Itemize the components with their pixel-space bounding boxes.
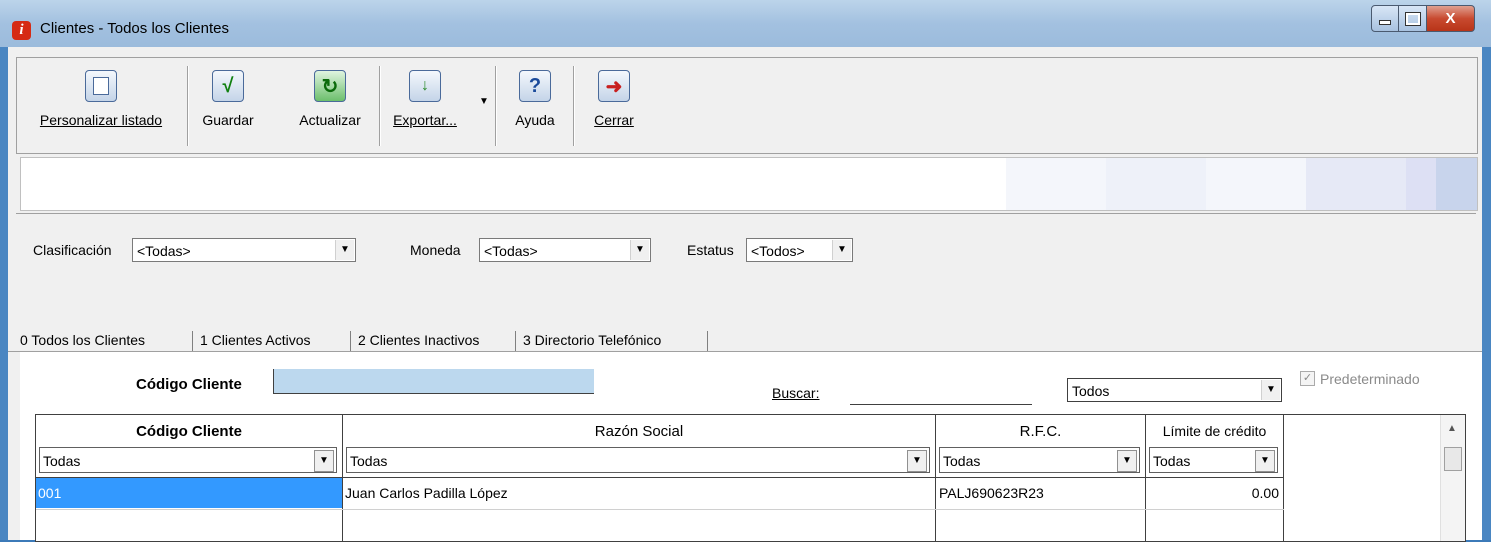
column-credit-limit: Límite de crédito Todas ▼ 0.00	[1146, 415, 1284, 541]
column-client-code: Código Cliente Todas ▼ 001	[36, 415, 343, 541]
close-window-button[interactable]: ➜ Cerrar	[579, 58, 649, 153]
chevron-down-icon: ▼	[630, 240, 649, 260]
table-cell-code[interactable]: 001	[36, 478, 342, 508]
toolbar-separator	[495, 66, 497, 146]
toolbar-separator	[573, 66, 575, 146]
maximize-icon	[1404, 11, 1421, 26]
close-icon: X	[1445, 10, 1456, 27]
search-input[interactable]	[850, 380, 1032, 405]
maximize-button[interactable]	[1399, 5, 1427, 32]
export-label: Exportar...	[393, 112, 457, 128]
export-dropdown-icon[interactable]: ▼	[479, 96, 489, 107]
row-divider	[36, 509, 1284, 510]
column-header[interactable]: Límite de crédito	[1146, 423, 1283, 439]
refresh-button[interactable]: ↻ Actualizar	[285, 58, 375, 153]
chevron-down-icon: ▼	[314, 450, 334, 472]
chevron-down-icon: ▼	[832, 240, 851, 260]
close-window-label: Cerrar	[594, 112, 634, 128]
chevron-down-icon: ▼	[907, 450, 927, 472]
checkmark-icon: √	[212, 70, 244, 102]
window-controls: X	[1371, 5, 1475, 32]
classification-label: Clasificación	[33, 242, 112, 258]
export-icon: ↓	[409, 70, 441, 102]
app-icon: i	[12, 21, 31, 40]
toolbar: Personalizar listado √ Guardar ↻ Actuali…	[16, 57, 1478, 154]
client-frame: Personalizar listado √ Guardar ↻ Actuali…	[8, 47, 1482, 542]
help-label: Ayuda	[515, 112, 555, 128]
toolbar-separator	[187, 66, 189, 146]
column-business-name: Razón Social Todas ▼ Juan Carlos Padilla…	[343, 415, 936, 541]
scroll-up-icon[interactable]: ▲	[1447, 423, 1457, 434]
chevron-down-icon: ▼	[335, 240, 354, 260]
chevron-down-icon: ▼	[1255, 450, 1275, 472]
status-label: Estatus	[687, 242, 734, 258]
chevron-down-icon: ▼	[1261, 380, 1280, 400]
column-header[interactable]: Código Cliente	[36, 423, 342, 440]
title-bar[interactable]: i Clientes - Todos los Clientes X	[0, 0, 1491, 47]
search-label: Buscar:	[772, 385, 820, 401]
save-label: Guardar	[202, 112, 254, 128]
help-icon: ?	[519, 70, 551, 102]
refresh-icon: ↻	[314, 70, 346, 102]
header-divider	[36, 477, 1284, 478]
banner	[20, 157, 1478, 211]
filters-panel: Clasificación <Todas> ▼ Moneda <Todas> ▼…	[16, 213, 1476, 318]
chevron-down-icon: ▼	[1117, 450, 1137, 472]
search-scope-select[interactable]: Todos ▼	[1067, 378, 1282, 402]
column-filter-select[interactable]: Todas ▼	[346, 447, 930, 473]
customize-list-button[interactable]: Personalizar listado	[21, 58, 181, 153]
column-header[interactable]: Razón Social	[343, 423, 935, 440]
tab-inactive-clients[interactable]: 2 Clientes Inactivos	[358, 327, 479, 353]
customize-list-label: Personalizar listado	[39, 112, 163, 128]
tab-active-clients[interactable]: 1 Clientes Activos	[200, 327, 311, 353]
column-header[interactable]: R.F.C.	[936, 423, 1145, 440]
tab-phone-directory[interactable]: 3 Directorio Telefónico	[523, 327, 661, 353]
help-button[interactable]: ? Ayuda	[505, 58, 565, 153]
currency-select[interactable]: <Todas> ▼	[479, 238, 651, 262]
main-window: i Clientes - Todos los Clientes X Person…	[0, 0, 1491, 542]
status-select[interactable]: <Todos> ▼	[746, 238, 853, 262]
column-filter-select[interactable]: Todas ▼	[1149, 447, 1278, 473]
currency-label: Moneda	[410, 242, 461, 258]
customize-list-icon	[85, 70, 117, 102]
export-button[interactable]: ↓ Exportar...	[385, 58, 465, 153]
client-code-input[interactable]	[273, 369, 594, 394]
clients-table: Código Cliente Todas ▼ 001 Razón Social …	[35, 414, 1466, 542]
column-filter-select[interactable]: Todas ▼	[939, 447, 1140, 473]
close-button[interactable]: X	[1427, 5, 1475, 32]
default-checkbox[interactable]: ✓	[1300, 371, 1315, 386]
minimize-icon	[1379, 20, 1391, 25]
default-checkbox-label: Predeterminado	[1320, 371, 1420, 387]
table-cell-rfc[interactable]: PALJ690623R23	[939, 478, 1044, 508]
client-code-label: Código Cliente	[136, 376, 242, 393]
refresh-label: Actualizar	[299, 112, 361, 128]
exit-icon: ➜	[598, 70, 630, 102]
vertical-scrollbar[interactable]: ▲	[1440, 415, 1465, 541]
window-title: Clientes - Todos los Clientes	[40, 20, 229, 37]
column-filter-select[interactable]: Todas ▼	[39, 447, 337, 473]
classification-select[interactable]: <Todas> ▼	[132, 238, 356, 262]
table-cell-credit-limit[interactable]: 0.00	[1146, 478, 1279, 508]
save-button[interactable]: √ Guardar	[193, 58, 263, 153]
toolbar-separator	[379, 66, 381, 146]
scroll-thumb[interactable]	[1444, 447, 1462, 471]
tab-bar: 0 Todos los Clientes 1 Clientes Activos …	[16, 327, 1480, 353]
column-rfc: R.F.C. Todas ▼ PALJ690623R23	[936, 415, 1146, 541]
tab-all-clients[interactable]: 0 Todos los Clientes	[16, 327, 150, 353]
table-cell-business-name[interactable]: Juan Carlos Padilla López	[345, 478, 508, 508]
minimize-button[interactable]	[1371, 5, 1399, 32]
